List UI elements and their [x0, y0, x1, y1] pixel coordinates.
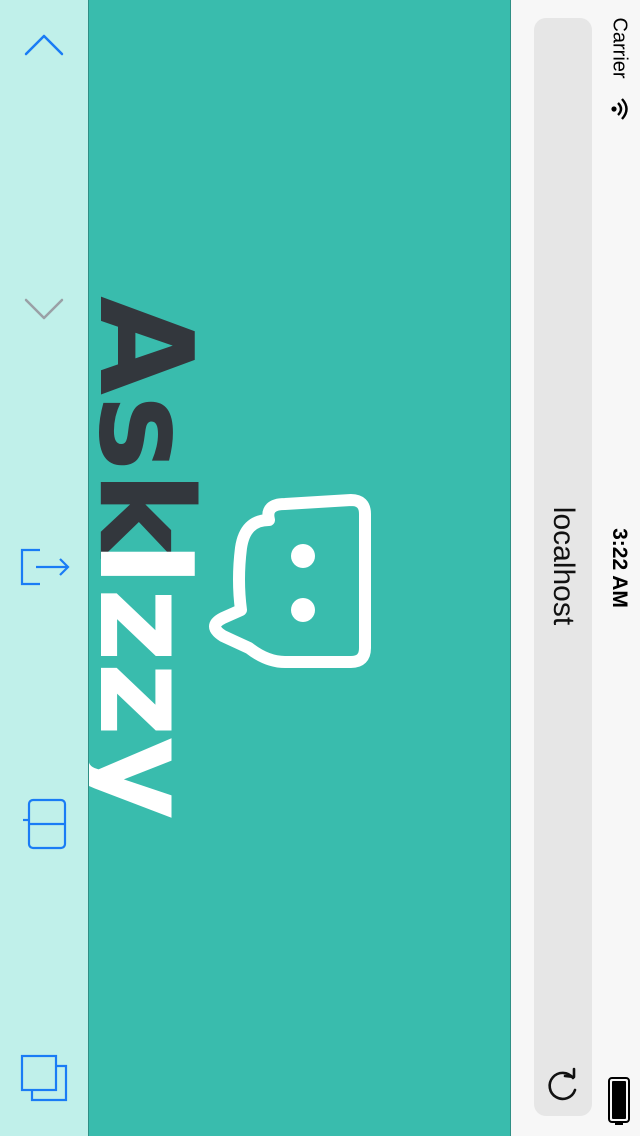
clock-time: 3:22 AM	[608, 528, 631, 608]
speech-bubble-face-icon	[209, 494, 371, 668]
carrier-label: Carrier	[608, 17, 631, 79]
logo-text-izzy: Izzy	[89, 540, 219, 820]
chevron-down-icon	[24, 298, 64, 320]
chevron-up-icon	[24, 34, 64, 56]
battery-icon	[608, 1077, 630, 1125]
page-down-button[interactable]	[14, 280, 74, 340]
wifi-icon	[611, 98, 628, 120]
share-icon	[20, 548, 70, 586]
share-button[interactable]	[14, 538, 74, 598]
logo-text-ask: Ask	[89, 296, 219, 559]
browser-toolbar	[0, 0, 88, 1136]
web-page-content: Ask Izzy	[88, 0, 511, 1136]
bookmarks-icon	[23, 798, 67, 850]
tabs-button[interactable]	[14, 1048, 74, 1108]
askizzy-logo: Ask Izzy	[89, 296, 371, 820]
url-text[interactable]: localhost	[546, 507, 580, 625]
page-up-button[interactable]	[14, 14, 74, 74]
tabs-icon	[20, 1054, 68, 1102]
bookmarks-button[interactable]	[14, 794, 74, 854]
reload-icon[interactable]	[543, 1066, 583, 1106]
